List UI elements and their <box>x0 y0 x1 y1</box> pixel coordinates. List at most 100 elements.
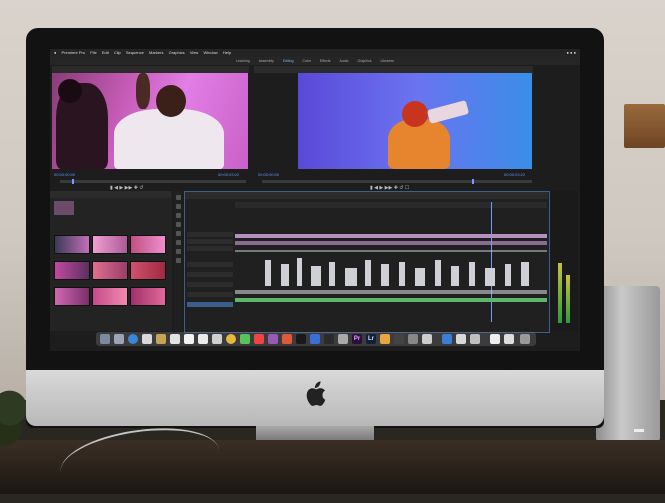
calendar-icon[interactable] <box>170 334 180 344</box>
safari-icon[interactable] <box>128 334 138 344</box>
audio-clip[interactable] <box>435 260 441 286</box>
track-header-v1[interactable] <box>187 246 233 251</box>
audio-clip[interactable] <box>505 264 511 286</box>
bin-thumb[interactable] <box>92 235 128 254</box>
documents-folder-icon[interactable] <box>456 334 466 344</box>
audio-clip[interactable] <box>311 266 321 286</box>
audio-clip[interactable] <box>451 266 459 286</box>
audio-clip[interactable] <box>365 260 371 286</box>
audio-clip[interactable] <box>415 268 425 286</box>
app-icon[interactable] <box>408 334 418 344</box>
launchpad-icon[interactable] <box>114 334 124 344</box>
program-scrubber[interactable] <box>262 179 532 184</box>
documents-icon[interactable] <box>198 334 208 344</box>
terminal-icon[interactable] <box>324 334 334 344</box>
ripple-edit-tool-icon[interactable] <box>175 213 181 218</box>
lightroom-icon[interactable]: Lr <box>366 334 376 344</box>
audio-clip[interactable] <box>235 250 547 252</box>
pen-tool-icon[interactable] <box>175 240 181 245</box>
music-icon[interactable] <box>254 334 264 344</box>
workspace-editing[interactable]: Editing <box>283 59 294 63</box>
project-panel-header[interactable] <box>50 191 171 198</box>
mail-icon[interactable] <box>142 334 152 344</box>
workspace-audio[interactable]: Audio <box>340 59 349 63</box>
audio-clip[interactable] <box>235 290 547 294</box>
workspace-effects[interactable]: Effects <box>320 59 331 63</box>
apple-menu-icon[interactable]: ● <box>54 50 56 55</box>
premiere-pro-icon[interactable]: Pr <box>352 334 362 344</box>
photos-icon[interactable] <box>226 334 236 344</box>
bin-thumb[interactable] <box>54 235 90 254</box>
bin-thumb[interactable] <box>130 287 166 306</box>
source-monitor-header[interactable] <box>52 66 249 73</box>
downloads-folder-icon[interactable] <box>442 334 452 344</box>
audio-clip[interactable] <box>381 264 389 286</box>
notes-icon[interactable] <box>156 334 166 344</box>
track-header-v2[interactable] <box>187 239 233 244</box>
menu-item-clip[interactable]: Clip <box>114 50 121 55</box>
menu-item-view[interactable]: View <box>190 50 199 55</box>
books-icon[interactable] <box>282 334 292 344</box>
menu-item-markers[interactable]: Markers <box>149 50 163 55</box>
hand-tool-icon[interactable] <box>175 249 181 254</box>
audio-clip[interactable] <box>265 260 271 286</box>
bin-thumb[interactable] <box>92 261 128 280</box>
stocks-icon[interactable] <box>296 334 306 344</box>
program-monitor-header[interactable] <box>254 66 533 73</box>
podcasts-icon[interactable] <box>268 334 278 344</box>
time-ruler[interactable] <box>235 202 547 208</box>
bin-thumb[interactable] <box>54 261 90 280</box>
audio-clip[interactable] <box>469 262 475 286</box>
messages-icon[interactable] <box>240 334 250 344</box>
trash-icon[interactable] <box>520 334 530 344</box>
finder-icon[interactable] <box>100 334 110 344</box>
workspace-color[interactable]: Color <box>303 59 311 63</box>
audio-clip[interactable] <box>521 262 529 286</box>
file-icon[interactable] <box>504 334 514 344</box>
track-header-a3[interactable] <box>187 282 233 287</box>
audio-clip[interactable] <box>345 268 357 286</box>
track-header-v3[interactable] <box>187 232 233 237</box>
audio-clip[interactable] <box>399 262 405 286</box>
app-store-icon[interactable] <box>310 334 320 344</box>
file-icon[interactable] <box>490 334 500 344</box>
track-header-a2[interactable] <box>187 272 233 277</box>
audio-clip[interactable] <box>329 262 335 286</box>
workspace-learning[interactable]: Learning <box>236 59 250 63</box>
video-clip[interactable] <box>235 234 547 238</box>
menu-item-help[interactable]: Help <box>223 50 231 55</box>
source-scrubber[interactable] <box>60 179 246 184</box>
menu-item-file[interactable]: File <box>90 50 96 55</box>
track-header-selected[interactable] <box>187 302 233 307</box>
audio-clip-green[interactable] <box>235 298 547 302</box>
razor-tool-icon[interactable] <box>175 222 181 227</box>
timeline-playhead[interactable] <box>491 202 492 322</box>
workspace-assembly[interactable]: Assembly <box>259 59 274 63</box>
track-header-a1[interactable] <box>187 262 233 267</box>
menu-item-edit[interactable]: Edit <box>102 50 109 55</box>
workspace-libraries[interactable]: Libraries <box>380 59 393 63</box>
reminders-icon[interactable] <box>184 334 194 344</box>
media-encoder-icon[interactable] <box>380 334 390 344</box>
bin-thumb[interactable] <box>54 287 90 306</box>
video-clip[interactable] <box>235 241 547 245</box>
slip-tool-icon[interactable] <box>175 231 181 236</box>
bin-thumb[interactable] <box>92 287 128 306</box>
track-header-a4[interactable] <box>187 292 233 297</box>
audio-clip[interactable] <box>281 264 289 286</box>
track-select-tool-icon[interactable] <box>175 204 181 209</box>
bin-thumb[interactable] <box>130 261 166 280</box>
folder-icon[interactable] <box>470 334 480 344</box>
menu-item-graphics[interactable]: Graphics <box>169 50 185 55</box>
app-icon[interactable] <box>422 334 432 344</box>
system-preferences-icon[interactable] <box>338 334 348 344</box>
menu-item-sequence[interactable]: Sequence <box>126 50 144 55</box>
timeline-header[interactable] <box>185 192 548 199</box>
program-playhead[interactable] <box>472 179 474 184</box>
audio-clip[interactable] <box>485 268 495 286</box>
app-icon[interactable] <box>394 334 404 344</box>
preview-icon[interactable] <box>212 334 222 344</box>
selection-tool-icon[interactable] <box>175 195 181 200</box>
source-playhead[interactable] <box>72 179 74 184</box>
app-name[interactable]: Premiere Pro <box>62 50 86 55</box>
